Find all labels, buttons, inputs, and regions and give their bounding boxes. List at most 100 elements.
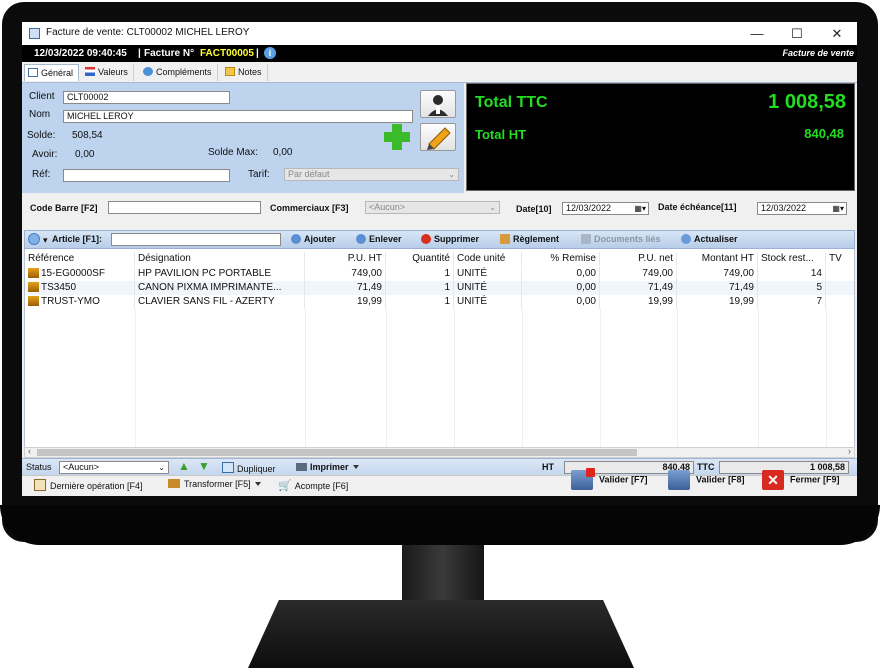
add-menu-icon[interactable]: ▾ <box>28 233 48 246</box>
cell-reference: 15-EG0000SF <box>25 267 135 281</box>
delete-icon <box>421 234 431 244</box>
chevron-down-icon: ⌄ <box>448 170 455 179</box>
nom-field[interactable]: MICHEL LEROY <box>63 110 413 123</box>
cell-montant-ht: 749,00 <box>677 267 758 281</box>
cell-tva <box>826 281 854 295</box>
echeance-field[interactable]: 12/03/2022 ▦▾ <box>757 202 847 215</box>
client-label: Client <box>29 91 55 102</box>
column-divider <box>454 309 455 447</box>
maximize-button[interactable]: ☐ <box>777 22 817 45</box>
client-lookup-button[interactable] <box>420 90 456 118</box>
reglement-button[interactable]: Règlement <box>500 234 559 244</box>
status-label: Status <box>26 462 52 472</box>
ht-label: HT <box>542 462 554 472</box>
ref-field[interactable] <box>63 169 230 182</box>
cell-designation: HP PAVILION PC PORTABLE <box>135 267 305 281</box>
invoice-window: Facture de vente: CLT00002 MICHEL LEROY … <box>22 22 857 496</box>
calendar-dropdown-icon[interactable]: ▦▾ <box>634 203 646 214</box>
avoir-label: Avoir: <box>32 149 58 160</box>
move-up-icon[interactable]: ▲ <box>178 459 190 473</box>
table-row[interactable]: TS3450 CANON PIXMA IMPRIMANTE... 71,49 1… <box>25 281 854 295</box>
acompte-label: Acompte [F6] <box>294 481 349 491</box>
enlever-button[interactable]: Enlever <box>356 234 402 244</box>
close-button[interactable]: ✕ <box>817 22 857 45</box>
move-down-icon[interactable]: ▼ <box>198 459 210 473</box>
column-divider <box>386 309 387 447</box>
transformer-button[interactable]: Transformer [F5] <box>168 479 261 489</box>
cell-stock: 14 <box>758 267 826 281</box>
client-panel: Client CLT00002 Nom MICHEL LEROY Solde: … <box>22 83 464 193</box>
cell-tva <box>826 295 854 309</box>
supprimer-button[interactable]: Supprimer <box>421 234 479 244</box>
tarif-value: Par défaut <box>288 169 330 179</box>
date-field[interactable]: 12/03/2022 ▦▾ <box>562 202 649 215</box>
echeance-label: Date échéance[11] <box>658 202 737 212</box>
col-tva[interactable]: TV <box>826 252 854 266</box>
valider-f8-button[interactable]: Valider [F8] <box>668 470 745 490</box>
client-code-field[interactable]: CLT00002 <box>63 91 230 104</box>
tab-complements[interactable]: Compléments <box>140 64 218 81</box>
tarif-label: Tarif: <box>248 169 270 180</box>
scrollbar-thumb[interactable] <box>37 449 637 456</box>
total-ttc-value: 1 008,58 <box>768 91 846 113</box>
fermer-button[interactable]: ✕ Fermer [F9] <box>762 470 840 490</box>
close-icon: ✕ <box>762 470 784 490</box>
col-reference[interactable]: Référence <box>25 252 135 266</box>
imprimer-button[interactable]: Imprimer <box>296 462 359 472</box>
col-quantite[interactable]: Quantité <box>386 252 454 266</box>
acompte-button[interactable]: 🛒 Acompte [F6] <box>278 479 348 492</box>
table-row[interactable]: TRUST-YMO CLAVIER SANS FIL - AZERTY 19,9… <box>25 295 854 309</box>
cell-remise: 0,00 <box>522 295 600 309</box>
chevron-down-icon: ⌄ <box>489 203 496 212</box>
col-pu-net[interactable]: P.U. net <box>600 252 677 266</box>
cell-stock: 7 <box>758 295 826 309</box>
code-barre-field[interactable] <box>108 201 261 214</box>
col-remise[interactable]: % Remise <box>522 252 600 266</box>
ajouter-button[interactable]: Ajouter <box>291 234 336 244</box>
status-select[interactable]: <Aucun> ⌄ <box>59 461 169 474</box>
col-code-unite[interactable]: Code unité <box>454 252 522 266</box>
scroll-left-icon[interactable]: ‹ <box>28 446 31 456</box>
dupliquer-button[interactable]: Dupliquer <box>222 462 276 474</box>
values-icon <box>85 67 95 76</box>
edit-client-button[interactable] <box>420 123 456 151</box>
cell-pu-ht: 749,00 <box>305 267 386 281</box>
cell-montant-ht: 19,99 <box>677 295 758 309</box>
info-icon[interactable]: i <box>264 47 276 59</box>
ajouter-label: Ajouter <box>304 234 336 244</box>
table-row[interactable]: 15-EG0000SF HP PAVILION PC PORTABLE 749,… <box>25 267 854 281</box>
tab-general[interactable]: Général <box>24 64 80 81</box>
article-input[interactable] <box>111 233 281 246</box>
valider-f7-button[interactable]: Valider [F7] <box>571 468 648 490</box>
ref-text: TRUST-YMO <box>41 296 100 307</box>
cell-code-unite: UNITÉ <box>454 267 522 281</box>
product-icon <box>28 282 39 292</box>
tarif-select[interactable]: Par défaut ⌄ <box>284 168 459 181</box>
chevron-down-icon <box>254 482 261 486</box>
documents-lies-button[interactable]: Documents liés <box>581 234 661 244</box>
link-icon <box>581 234 591 244</box>
col-montant-ht[interactable]: Montant HT <box>677 252 758 266</box>
tab-valeurs[interactable]: Valeurs <box>82 64 134 81</box>
horizontal-scrollbar[interactable]: ‹ › <box>24 446 855 458</box>
derniere-operation-button[interactable]: Dernière opération [F4] <box>34 479 143 491</box>
cell-pu-ht: 71,49 <box>305 281 386 295</box>
tab-notes[interactable]: Notes <box>222 64 268 81</box>
cell-montant-ht: 71,49 <box>677 281 758 295</box>
commerciaux-select[interactable]: <Aucun> ⌄ <box>365 201 500 214</box>
save-icon <box>668 470 690 490</box>
tab-label: Notes <box>238 67 262 77</box>
cell-quantite: 1 <box>386 267 454 281</box>
minimize-button[interactable]: — <box>737 22 777 45</box>
info-bar: 12/03/2022 09:40:45 | Facture N° FACT000… <box>22 45 857 62</box>
calendar-dropdown-icon[interactable]: ▦▾ <box>832 203 844 214</box>
date-label: Date[10] <box>516 204 552 214</box>
cell-stock: 5 <box>758 281 826 295</box>
scroll-right-icon[interactable]: › <box>848 446 851 456</box>
col-designation[interactable]: Désignation <box>135 252 305 266</box>
col-stock[interactable]: Stock rest... <box>758 252 826 266</box>
actualiser-button[interactable]: Actualiser <box>681 234 738 244</box>
doc-type: Facture de vente <box>782 48 854 58</box>
col-pu-ht[interactable]: P.U. HT <box>305 252 386 266</box>
add-client-button[interactable] <box>382 123 412 151</box>
